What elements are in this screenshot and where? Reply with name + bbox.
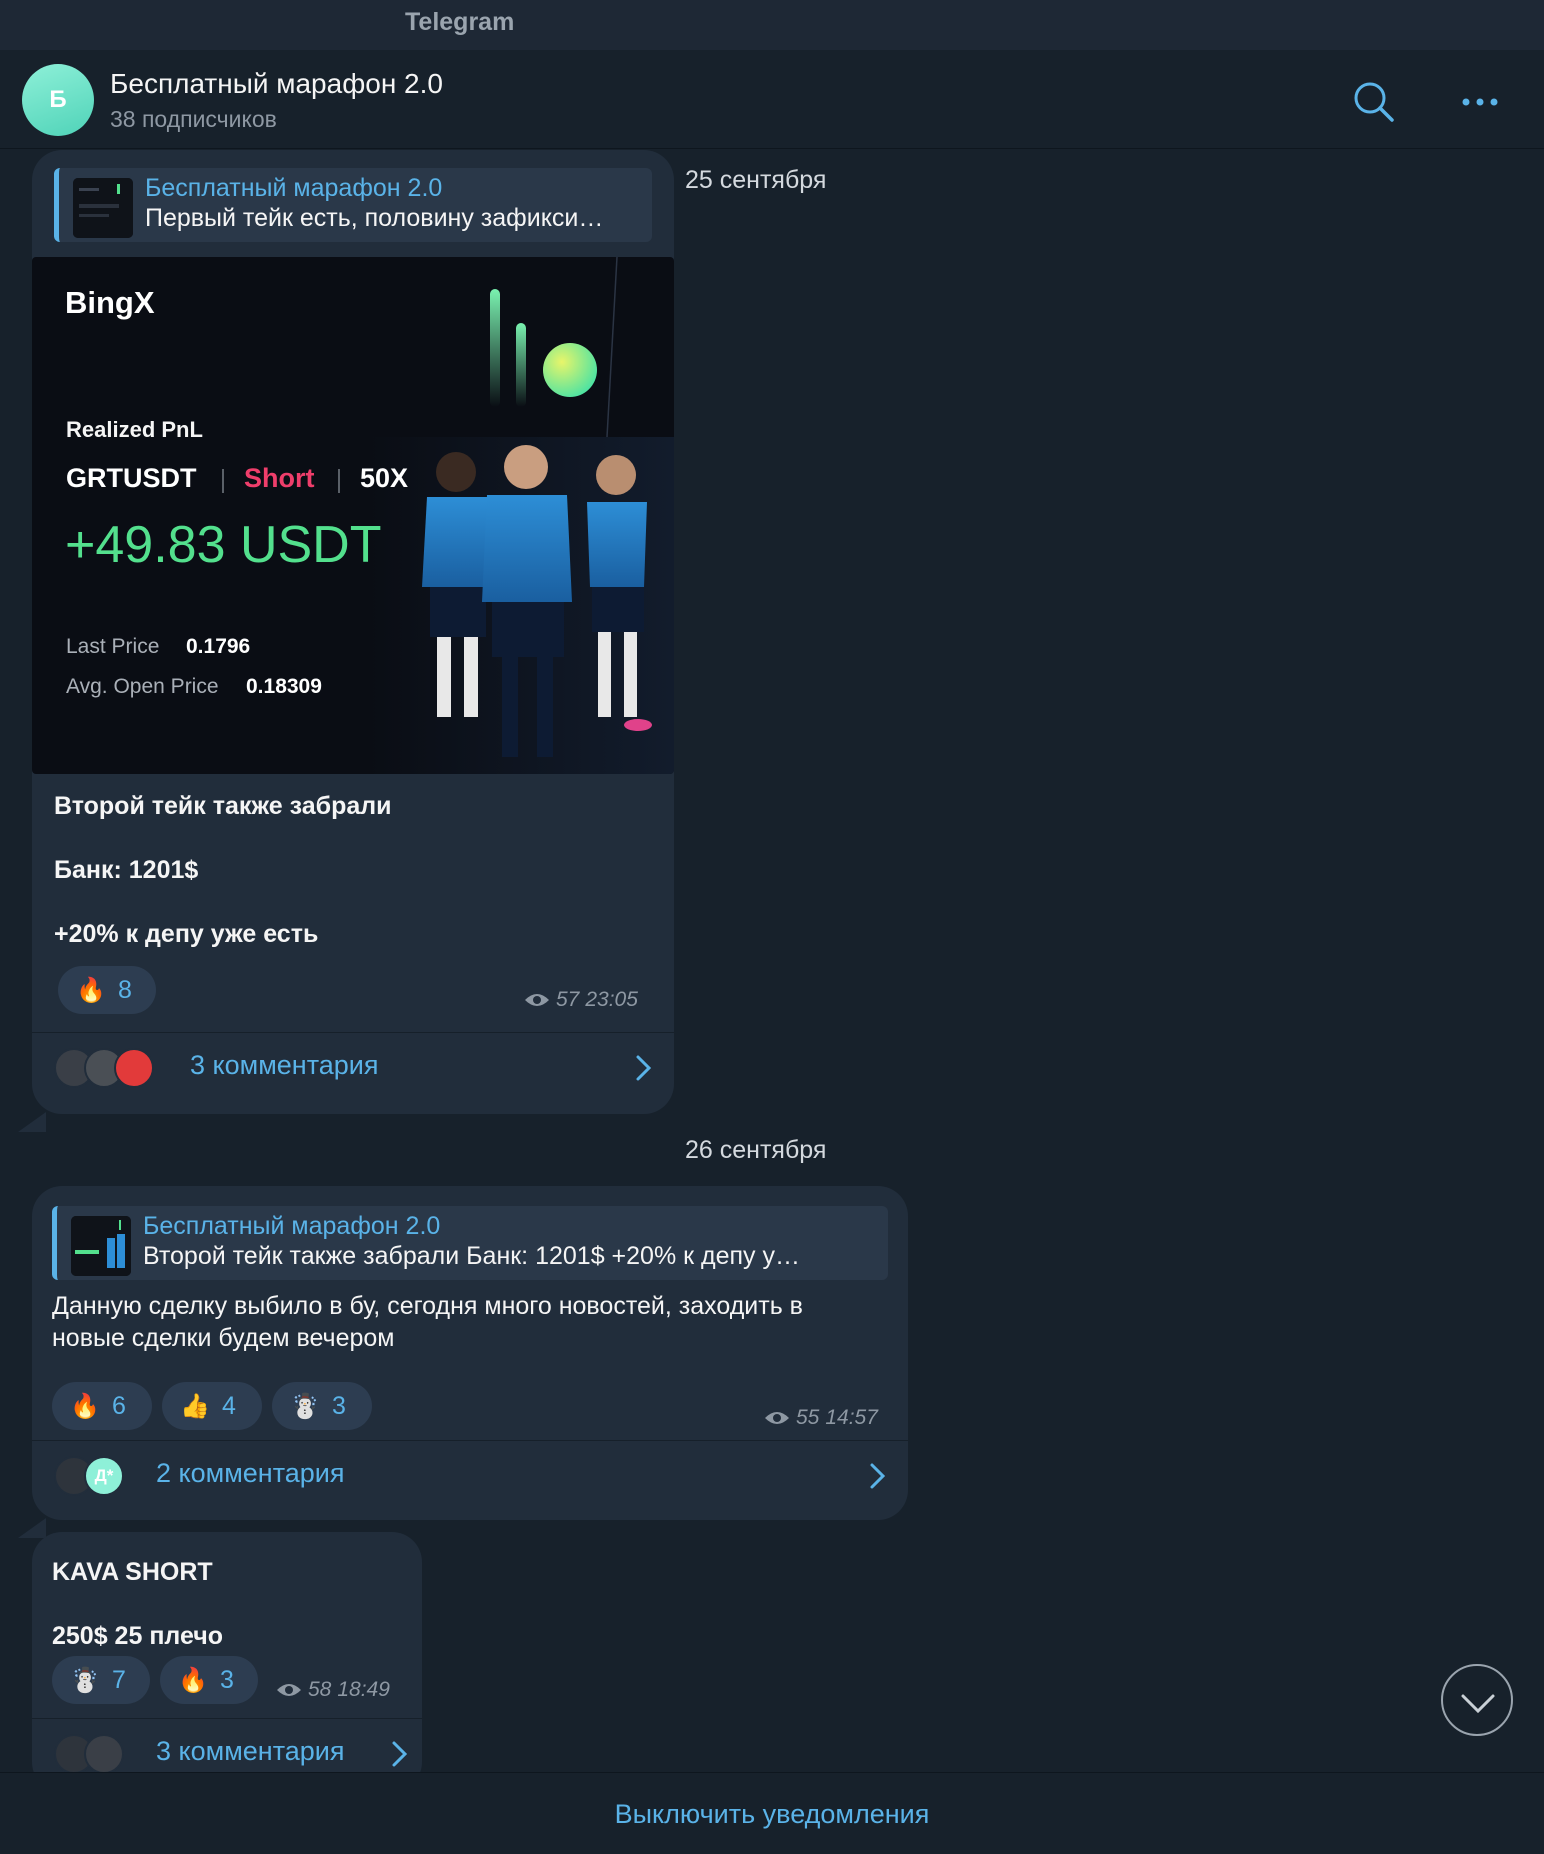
date-separator: 25 сентября (685, 166, 827, 194)
comments-button[interactable]: 3 комментария (32, 1032, 674, 1102)
reaction-fire[interactable]: 🔥 8 (58, 966, 156, 1014)
reply-preview[interactable]: Бесплатный марафон 2.0 Второй тейк также… (52, 1206, 888, 1280)
message-meta: 57 23:05 (524, 988, 638, 1012)
comments-label: 3 комментария (190, 1050, 379, 1080)
message-time: 14:57 (825, 1406, 878, 1429)
message-line: Второй тейк также забрали (54, 792, 392, 820)
date-separator: 26 сентября (685, 1136, 827, 1164)
window-titlebar: Telegram (0, 0, 1544, 50)
fire-icon: 🔥 (70, 1392, 100, 1420)
comments-label: 2 комментария (156, 1458, 345, 1488)
message-line: Данную сделку выбило в бу, сегодня много… (52, 1292, 803, 1320)
message-time: 23:05 (585, 988, 638, 1011)
message-meta: 58 18:49 (276, 1678, 390, 1702)
reaction-count: 6 (112, 1391, 126, 1420)
channel-header[interactable]: Б Бесплатный марафон 2.0 38 подписчиков (0, 50, 1544, 149)
message-line: +20% к депу уже есть (54, 920, 319, 948)
view-count: 57 (556, 988, 580, 1011)
avg-open-value: 0.18309 (246, 675, 322, 698)
app-title: Telegram (405, 8, 515, 36)
reply-thumbnail (73, 178, 133, 238)
comments-button[interactable]: Д* 2 комментария (32, 1440, 908, 1510)
chevron-down-icon (1461, 1694, 1495, 1714)
last-price-value: 0.1796 (186, 635, 251, 658)
reply-author: Бесплатный марафон 2.0 (145, 174, 443, 202)
bubble-tail (18, 1112, 46, 1132)
reaction-snowman[interactable]: ☃️ 7 (52, 1656, 150, 1704)
fire-icon: 🔥 (76, 976, 106, 1004)
pnl-label: Realized PnL (66, 417, 203, 442)
reaction-count: 3 (220, 1665, 234, 1694)
pnl-card-image[interactable]: BingX Realized PnL GRTUSDT Short 50X +49… (32, 257, 674, 774)
reply-preview[interactable]: Бесплатный марафон 2.0 Первый тейк есть,… (54, 168, 652, 242)
reaction-count: 4 (222, 1391, 236, 1420)
message-meta: 55 14:57 (764, 1406, 878, 1430)
reaction-snowman[interactable]: ☃️ 3 (272, 1382, 372, 1430)
eye-icon (765, 1412, 789, 1424)
scroll-down-button[interactable] (1441, 1664, 1513, 1736)
message-time: 18:49 (337, 1678, 390, 1701)
commenter-avatar (114, 1048, 154, 1088)
snowman-icon: ☃️ (290, 1392, 320, 1420)
commenter-avatar (84, 1734, 124, 1772)
fire-icon: 🔥 (178, 1666, 208, 1694)
reaction-count: 8 (118, 975, 132, 1004)
eye-icon (277, 1684, 301, 1696)
subscriber-count: 38 подписчиков (110, 106, 277, 132)
reply-author: Бесплатный марафон 2.0 (143, 1212, 441, 1240)
reaction-thumbs-up[interactable]: 👍 4 (162, 1382, 262, 1430)
eye-icon (525, 994, 549, 1006)
divider (338, 469, 340, 493)
mute-notifications-button[interactable]: Выключить уведомления (0, 1773, 1544, 1854)
chevron-right-icon (636, 1055, 652, 1081)
snowman-icon: ☃️ (70, 1666, 100, 1694)
bingx-logo: BingX (65, 285, 155, 320)
reply-text: Второй тейк также забрали Банк: 1201$ +2… (143, 1242, 800, 1270)
last-price-label: Last Price (66, 635, 160, 658)
view-count: 58 (308, 1678, 332, 1701)
reaction-fire[interactable]: 🔥 6 (52, 1382, 152, 1430)
message-line: новые сделки будем вечером (52, 1324, 395, 1352)
reaction-count: 7 (112, 1665, 126, 1694)
reply-thumbnail (71, 1216, 131, 1276)
leverage: 50X (360, 463, 409, 493)
message-bubble[interactable]: KAVA SHORT 250$ 25 плечо ☃️ 7 🔥 3 58 18:… (32, 1532, 422, 1772)
comments-button[interactable]: 3 комментария (32, 1718, 422, 1772)
view-count: 55 (796, 1406, 820, 1429)
commenter-avatar: Д* (84, 1456, 124, 1496)
message-line: Банк: 1201$ (54, 856, 199, 884)
pnl-value: +49.83 USDT (65, 516, 382, 574)
position-side: Short (244, 463, 315, 493)
channel-avatar[interactable]: Б (22, 64, 94, 136)
bubble-tail (18, 1518, 46, 1538)
chevron-right-icon (392, 1741, 408, 1767)
message-line: 250$ 25 плечо (52, 1622, 224, 1650)
message-line: KAVA SHORT (52, 1558, 213, 1586)
reaction-count: 3 (332, 1391, 346, 1420)
reaction-fire[interactable]: 🔥 3 (160, 1656, 258, 1704)
trading-pair: GRTUSDT (66, 463, 197, 493)
divider (222, 469, 224, 493)
comments-label: 3 комментария (156, 1736, 345, 1766)
message-bubble[interactable]: Бесплатный марафон 2.0 Второй тейк также… (32, 1186, 908, 1520)
channel-name[interactable]: Бесплатный марафон 2.0 (110, 68, 443, 100)
search-icon[interactable] (1350, 78, 1398, 126)
channel-footer: Выключить уведомления (0, 1772, 1544, 1854)
chat-history[interactable]: 25 сентября Бесплатный марафон 2.0 Первы… (0, 150, 1544, 1772)
message-bubble[interactable]: Бесплатный марафон 2.0 Первый тейк есть,… (32, 150, 674, 1114)
thumbs-up-icon: 👍 (180, 1392, 210, 1420)
avg-open-label: Avg. Open Price (66, 675, 219, 698)
reply-text: Первый тейк есть, половину зафикси… (145, 204, 604, 232)
chevron-right-icon (870, 1463, 886, 1489)
more-icon[interactable] (1456, 78, 1504, 126)
